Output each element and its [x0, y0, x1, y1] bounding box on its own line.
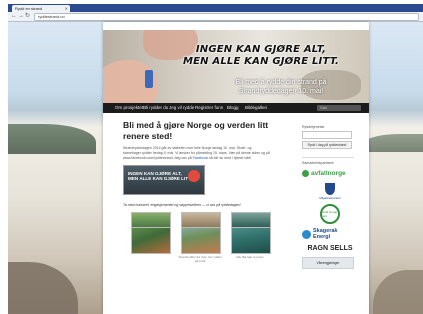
campaign-line-2: MEN ALLE KAN GJØRE LITT.: [128, 176, 192, 182]
menu-item-registrer-funn[interactable]: Registrer funn: [195, 103, 223, 113]
campaign-banner-text: INGEN KAN GJØRE ALT, MEN ALLE KAN GJØRE …: [128, 171, 192, 182]
header-banner[interactable]: INGEN KAN GJØRE ALT, MEN ALLE KAN GJØRE …: [103, 30, 369, 103]
reload-icon[interactable]: ↻: [25, 13, 30, 20]
banner-slogan: INGEN KAN GJØRE ALT, MEN ALLE KAN GJØRE …: [153, 44, 369, 68]
menu-search-input[interactable]: Søk: [317, 105, 361, 111]
slogan-line-2: MEN ALLE KAN GJØRE LITT.: [182, 56, 340, 67]
background-cliff-left: [8, 124, 96, 154]
close-icon[interactable]: ✕: [65, 5, 68, 12]
page-background: INGEN KAN GJØRE ALT, MEN ALLE KAN GJØRE …: [8, 22, 423, 314]
intro-line-3: www.facebook.com/ryddestrand, følg oss p…: [123, 156, 291, 161]
gallery-thumb[interactable]: [181, 212, 221, 228]
campaign-banner-image[interactable]: INGEN KAN GJØRE ALT, MEN ALLE KAN GJØRE …: [123, 164, 205, 195]
intro-text: Strandryddedagen 2014 går av stabelen ov…: [123, 146, 291, 162]
avfall-norge-logo[interactable]: avfallnorge: [302, 170, 358, 177]
forward-arrow-icon[interactable]: →: [18, 13, 24, 20]
facebook-link[interactable]: Facebook: [193, 156, 208, 160]
menu-item-blogg[interactable]: Blogg: [227, 103, 239, 113]
banner-photo-bottle: [145, 70, 153, 88]
gallery-intro-caption: Ta med humøret, engasjementet og søppels…: [123, 202, 241, 207]
avfall-logo-text: avfallnorge: [311, 170, 346, 177]
main-content: Bli med å gjøre Norge og verden litt ren…: [123, 120, 291, 274]
slogan-line-1: INGEN KAN GJØRE ALT,: [195, 44, 327, 55]
ring-logo-text: Hold Norge rent: [322, 210, 338, 218]
menu-item-bildegalleri[interactable]: Bildegalleri: [245, 103, 267, 113]
main-menu: Om prosjektet Bli rydder du Jeg vil rydd…: [103, 103, 369, 113]
page-title: Bli med å gjøre Norge og verden litt ren…: [123, 120, 269, 141]
browser-tabstrip: Rydd en strand ✕: [8, 4, 423, 12]
skagerak-line-2: Energi: [313, 233, 331, 240]
tab-title: Rydd en strand: [15, 6, 43, 11]
coat-of-arms-icon[interactable]: [325, 183, 335, 195]
intro-line-3-tail: så blir du med i hjertet vårt!: [209, 156, 252, 161]
menu-item-om-prosjektet[interactable]: Om prosjektet: [115, 103, 143, 113]
banner-subline: Bli med å rydde din strand på Strandrydd…: [193, 78, 369, 96]
intro-line-3-text: www.facebook.com/ryddestrand, følg oss p…: [123, 156, 192, 161]
sidebar-box-link[interactable]: Vårrengjøringer: [302, 257, 354, 269]
sidebar-search-input[interactable]: [302, 131, 352, 139]
back-arrow-icon[interactable]: ←: [11, 13, 17, 20]
skagerak-logo-icon: [302, 230, 311, 239]
background-rock-left: [8, 262, 78, 314]
menu-item-jeg-vil-rydde[interactable]: Jeg vil rydde: [169, 103, 194, 113]
subline-line-1: Bli med å rydde din strand på: [235, 79, 327, 86]
menu-item-bli-rydder[interactable]: Bli rydder du: [143, 103, 168, 113]
gallery-thumb[interactable]: [231, 212, 271, 228]
sidebar-search-label: Ryddetjeneste: [302, 125, 325, 129]
browser-tab[interactable]: Rydd en strand ✕: [12, 5, 70, 12]
avfall-logo-icon: [302, 170, 309, 177]
gallery-caption: Strandrydder fra i fjor, her ryddet på L…: [178, 254, 222, 263]
hold-norge-rent-logo[interactable]: Hold Norge rent: [320, 204, 340, 224]
gallery-thumb[interactable]: [131, 212, 171, 228]
crest-caption: Miljødirektoratet: [319, 196, 341, 200]
address-bar[interactable]: ryddestrand.no: [34, 13, 419, 21]
browser-toolbar: ← → ↻ ryddestrand.no: [8, 12, 423, 22]
site-container: INGEN KAN GJØRE ALT, MEN ALLE KAN GJØRE …: [103, 22, 369, 314]
campaign-logo-icon: [188, 169, 200, 182]
photo-gallery-row-2: [123, 212, 291, 228]
photographed-monitor: Rydd en strand ✕ ← → ↻ ryddestrand.no IN…: [8, 4, 423, 314]
partners-label: Samarbeidspartnere: [302, 161, 334, 165]
subline-line-2: Strandryddedagen 10. mai!: [238, 88, 324, 95]
sidebar-search-button[interactable]: Rydd i dag på ryddestrand: [302, 141, 352, 149]
skagerak-energi-logo[interactable]: Skagerak Energi: [302, 228, 358, 240]
sidebar-divider: [302, 157, 354, 158]
sidebar: Ryddetjeneste Rydd i dag på ryddestrand …: [302, 125, 358, 269]
ragn-sells-logo[interactable]: RAGN SELLS: [302, 245, 358, 252]
gallery-caption: Alle fikk lagt ut poser: [236, 254, 264, 259]
background-cliff-right: [363, 134, 423, 152]
background-rock-right: [373, 270, 423, 314]
